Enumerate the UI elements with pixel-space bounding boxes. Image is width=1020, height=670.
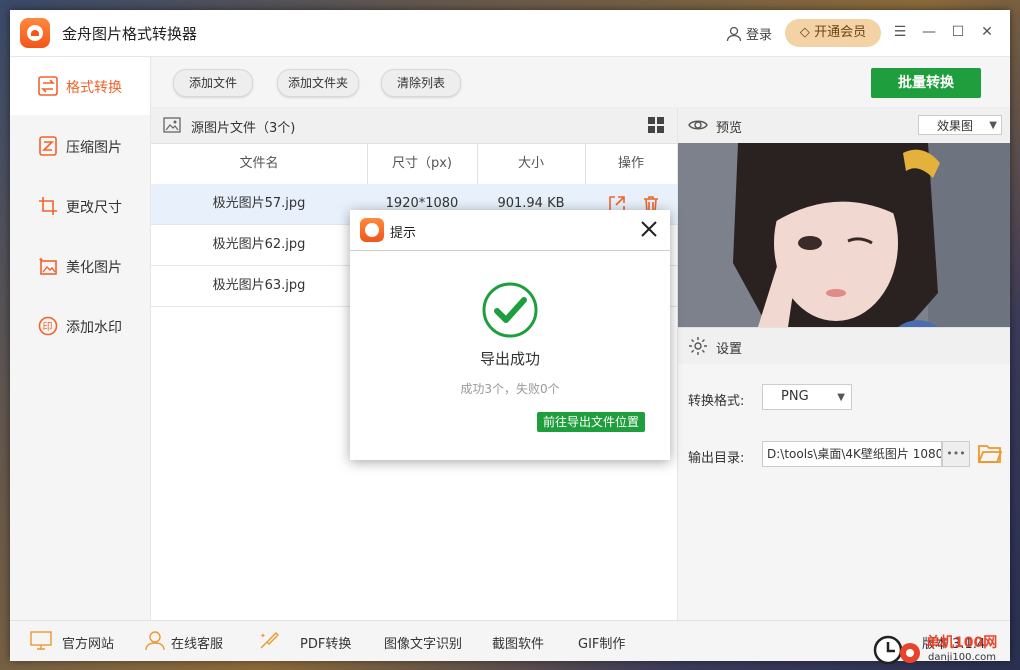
eye-icon bbox=[688, 120, 708, 130]
footer-bar: 官方网站 在线客服 ✦ PDF转换 图像文字识别 截图软件 GIF制作 版本 3… bbox=[10, 620, 1010, 661]
user-icon bbox=[726, 26, 742, 42]
site-watermark: 单机100网 danji100.com bbox=[872, 630, 1020, 670]
sidebar-item-format-convert[interactable]: 格式转换 bbox=[10, 57, 150, 115]
output-dir-label: 输出目录: bbox=[688, 451, 745, 466]
swap-icon bbox=[38, 76, 58, 96]
portrait-illustration bbox=[678, 143, 1010, 327]
table-header: 文件名 尺寸（px) 大小 操作 bbox=[151, 144, 677, 185]
app-title: 金舟图片格式转换器 bbox=[62, 25, 198, 43]
app-logo bbox=[20, 18, 50, 48]
dialog-message: 导出成功 bbox=[479, 350, 540, 368]
clear-list-button[interactable]: 清除列表 bbox=[381, 69, 461, 97]
sidebar-item-resize[interactable]: 更改尺寸 bbox=[10, 177, 150, 235]
file-name: 极光图片63.jpg bbox=[212, 278, 306, 293]
login-link[interactable]: 登录 bbox=[726, 24, 772, 43]
sidebar-item-label: 压缩图片 bbox=[66, 140, 122, 156]
compress-icon bbox=[39, 136, 57, 156]
toolbar: 添加文件 添加文件夹 清除列表 批量转换 bbox=[151, 57, 1010, 107]
file-name: 极光图片62.jpg bbox=[212, 237, 306, 252]
footer-ocr[interactable]: 图像文字识别 bbox=[384, 633, 462, 652]
format-select[interactable]: PNG ▼ bbox=[762, 384, 852, 410]
sidebar-item-label: 美化图片 bbox=[66, 260, 122, 276]
diamond-icon: ◇ bbox=[799, 25, 810, 40]
monitor-icon bbox=[30, 631, 52, 650]
minimize-icon[interactable]: — bbox=[919, 22, 939, 42]
file-list-title: 源图片文件（3个) bbox=[191, 121, 296, 136]
format-label: 转换格式: bbox=[688, 394, 745, 409]
column-header-size: 大小 bbox=[517, 156, 544, 171]
preview-mode-select[interactable]: 效果图 ▼ bbox=[918, 115, 1002, 135]
gear-icon bbox=[689, 337, 707, 355]
sidebar: 格式转换 压缩图片 更改尺寸 ✦ 美化图片 印 添加水印 bbox=[10, 57, 151, 620]
chevron-down-icon: ▼ bbox=[837, 392, 845, 403]
footer-online-service[interactable]: 在线客服 bbox=[171, 633, 223, 652]
app-logo bbox=[360, 218, 384, 242]
close-icon[interactable]: ✕ bbox=[977, 22, 997, 42]
sidebar-item-label: 更改尺寸 bbox=[66, 200, 122, 216]
footer-gif[interactable]: GIF制作 bbox=[578, 633, 625, 652]
pdf-brush-icon: ✦ bbox=[260, 632, 279, 649]
svg-text:印: 印 bbox=[43, 321, 53, 333]
title-bar: 金舟图片格式转换器 登录 ◇ 开通会员 ☰ — ☐ ✕ bbox=[10, 10, 1010, 57]
settings-title: 设置 bbox=[716, 342, 743, 357]
open-export-location-button[interactable]: 前往导出文件位置 bbox=[537, 412, 645, 432]
vip-label: 开通会员 bbox=[814, 25, 867, 40]
footer-pdf-convert[interactable]: PDF转换 bbox=[300, 633, 351, 652]
watermark-stamp-icon: 印 bbox=[38, 316, 58, 336]
image-icon bbox=[163, 117, 181, 133]
file-list-header: 源图片文件（3个) bbox=[151, 107, 677, 144]
settings-header: 设置 bbox=[678, 327, 1010, 364]
add-file-button[interactable]: 添加文件 bbox=[173, 69, 253, 97]
add-folder-button[interactable]: 添加文件夹 bbox=[277, 69, 359, 97]
column-header-name: 文件名 bbox=[239, 156, 279, 171]
maximize-icon[interactable]: ☐ bbox=[948, 22, 968, 42]
browse-button[interactable]: ••• bbox=[942, 441, 970, 467]
menu-icon[interactable]: ☰ bbox=[890, 22, 910, 42]
sidebar-item-compress[interactable]: 压缩图片 bbox=[10, 117, 150, 175]
app-window: 金舟图片格式转换器 登录 ◇ 开通会员 ☰ — ☐ ✕ 格式转换 压缩图片 更改… bbox=[10, 10, 1010, 661]
sidebar-item-watermark[interactable]: 印 添加水印 bbox=[10, 297, 150, 355]
footer-screenshot[interactable]: 截图软件 bbox=[492, 633, 544, 652]
preview-image bbox=[678, 143, 1010, 327]
dialog-detail: 成功3个，失败0个 bbox=[460, 382, 560, 396]
preview-mode-value: 效果图 bbox=[937, 119, 974, 133]
preview-header: 预览 效果图 ▼ bbox=[678, 107, 1010, 143]
svg-text:✦: ✦ bbox=[38, 256, 44, 264]
watermark-site-name: 单机100网 bbox=[926, 635, 998, 651]
watermark-url: danji100.com bbox=[928, 652, 996, 663]
footer-official-site[interactable]: 官方网站 bbox=[62, 633, 114, 652]
batch-convert-button[interactable]: 批量转换 bbox=[871, 68, 981, 98]
login-label: 登录 bbox=[746, 28, 773, 43]
sidebar-item-beautify[interactable]: ✦ 美化图片 bbox=[10, 237, 150, 295]
crop-icon bbox=[39, 197, 57, 215]
dialog-header: 提示 bbox=[350, 210, 670, 251]
grid-view-icon[interactable] bbox=[647, 116, 665, 134]
preview-panel: 预览 效果图 ▼ 设置 转换格式: PNG ▼ 输出目录: D:\tools\桌… bbox=[678, 107, 1010, 620]
chevron-down-icon: ▼ bbox=[989, 120, 997, 131]
column-header-dimensions: 尺寸（px) bbox=[391, 156, 453, 171]
watermark-logo-icon bbox=[873, 635, 920, 665]
customer-service-icon bbox=[145, 631, 165, 651]
sidebar-item-label: 添加水印 bbox=[66, 320, 122, 336]
close-icon[interactable] bbox=[638, 218, 660, 240]
dialog-title: 提示 bbox=[390, 226, 417, 241]
output-dir-input[interactable]: D:\tools\桌面\4K壁纸图片 1080 bbox=[762, 441, 942, 467]
beautify-icon: ✦ bbox=[38, 256, 57, 275]
svg-text:✦: ✦ bbox=[260, 632, 266, 640]
folder-icon[interactable] bbox=[978, 442, 1002, 464]
file-name: 极光图片57.jpg bbox=[212, 196, 306, 211]
vip-button[interactable]: ◇ 开通会员 bbox=[785, 19, 881, 47]
success-dialog: 提示 导出成功 成功3个，失败0个 前往导出文件位置 bbox=[350, 210, 670, 460]
success-check-icon bbox=[482, 282, 538, 338]
sidebar-item-label: 格式转换 bbox=[66, 80, 122, 96]
preview-title: 预览 bbox=[716, 121, 743, 136]
format-value: PNG bbox=[781, 389, 809, 404]
column-header-actions: 操作 bbox=[617, 156, 644, 171]
